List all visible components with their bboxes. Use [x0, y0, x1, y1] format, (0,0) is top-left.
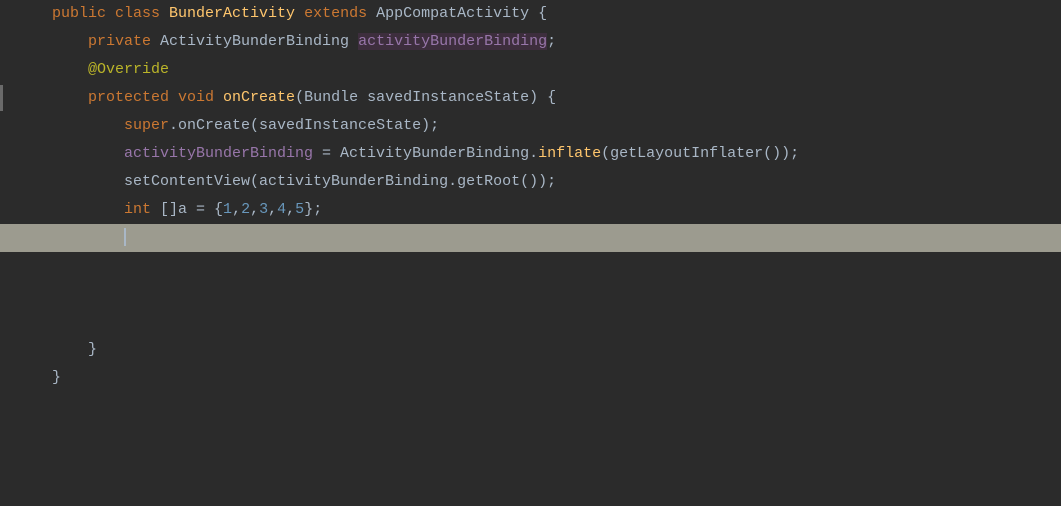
line-indicator-3	[0, 57, 4, 83]
token: .onCreate(savedInstanceState);	[169, 117, 439, 134]
token: protected	[88, 89, 178, 106]
code-line-12	[0, 308, 1061, 336]
token	[52, 229, 124, 246]
token: ,	[286, 201, 295, 218]
token	[52, 145, 124, 162]
code-line-1: public class BunderActivity extends AppC…	[0, 0, 1061, 28]
line-content-3: @Override	[44, 57, 1061, 83]
line-indicator-14	[0, 365, 4, 391]
line-indicator-8	[0, 197, 4, 223]
token: BunderActivity	[169, 5, 304, 22]
line-indicator-12	[0, 309, 4, 335]
token: int	[124, 201, 160, 218]
token: (Bundle savedInstanceState) {	[295, 89, 556, 106]
token: inflate	[538, 145, 601, 162]
line-indicator-7	[0, 169, 4, 195]
code-line-8: int []a = {1,2,3,4,5};	[0, 196, 1061, 224]
code-editor[interactable]: public class BunderActivity extends AppC…	[0, 0, 1061, 506]
token: extends	[304, 5, 376, 22]
line-indicator-9	[0, 225, 4, 251]
token: activityBunderBinding	[358, 33, 547, 50]
code-line-13: }	[0, 336, 1061, 364]
token	[52, 201, 124, 218]
token: onCreate	[223, 89, 295, 106]
token: activityBunderBinding	[124, 145, 313, 162]
token	[52, 33, 88, 50]
line-content-9	[44, 225, 1061, 251]
token: void	[178, 89, 223, 106]
code-line-4: protected void onCreate(Bundle savedInst…	[0, 84, 1061, 112]
line-indicator-13	[0, 337, 4, 363]
code-line-11	[0, 280, 1061, 308]
code-line-14: }	[0, 364, 1061, 392]
token	[52, 89, 88, 106]
line-indicator-5	[0, 113, 4, 139]
token: public	[52, 5, 115, 22]
code-line-9	[0, 224, 1061, 252]
token: class	[115, 5, 169, 22]
line-content-13: }	[44, 337, 1061, 363]
token: private	[88, 33, 160, 50]
line-content-7: setContentView(activityBunderBinding.get…	[44, 169, 1061, 195]
token: ,	[232, 201, 241, 218]
line-content-14: }	[44, 365, 1061, 391]
token: };	[304, 201, 322, 218]
line-content-5: super.onCreate(savedInstanceState);	[44, 113, 1061, 139]
token: ActivityBunderBinding	[160, 33, 358, 50]
token: 3	[259, 201, 268, 218]
token: 1	[223, 201, 232, 218]
code-line-3: @Override	[0, 56, 1061, 84]
token: 2	[241, 201, 250, 218]
token: ,	[250, 201, 259, 218]
code-line-6: activityBunderBinding = ActivityBunderBi…	[0, 140, 1061, 168]
token: setContentView(activityBunderBinding.get…	[124, 173, 556, 190]
line-content-1: public class BunderActivity extends AppC…	[44, 1, 1061, 27]
token: []a = {	[160, 201, 223, 218]
line-indicator-11	[0, 281, 4, 307]
line-indicator-10	[0, 253, 4, 279]
line-content-2: private ActivityBunderBinding activityBu…	[44, 29, 1061, 55]
token: = ActivityBunderBinding.	[313, 145, 538, 162]
token: ;	[547, 33, 556, 50]
token: @Override	[88, 61, 169, 78]
line-content-4: protected void onCreate(Bundle savedInst…	[44, 85, 1061, 111]
token: super	[124, 117, 169, 134]
token: 4	[277, 201, 286, 218]
text-cursor	[124, 228, 126, 246]
code-line-5: super.onCreate(savedInstanceState);	[0, 112, 1061, 140]
token	[52, 61, 88, 78]
line-content-6: activityBunderBinding = ActivityBunderBi…	[44, 141, 1061, 167]
line-indicator-1	[0, 1, 4, 27]
line-indicator-4	[0, 85, 4, 111]
code-line-7: setContentView(activityBunderBinding.get…	[0, 168, 1061, 196]
line-indicator-6	[0, 141, 4, 167]
token	[52, 117, 124, 134]
code-line-2: private ActivityBunderBinding activityBu…	[0, 28, 1061, 56]
line-content-8: int []a = {1,2,3,4,5};	[44, 197, 1061, 223]
token: (getLayoutInflater());	[601, 145, 799, 162]
line-indicator-2	[0, 29, 4, 55]
token	[52, 173, 124, 190]
code-line-10	[0, 252, 1061, 280]
token: AppCompatActivity {	[376, 5, 547, 22]
token: ,	[268, 201, 277, 218]
token: }	[52, 369, 61, 386]
token: 5	[295, 201, 304, 218]
token: }	[88, 341, 97, 358]
token	[52, 341, 88, 358]
